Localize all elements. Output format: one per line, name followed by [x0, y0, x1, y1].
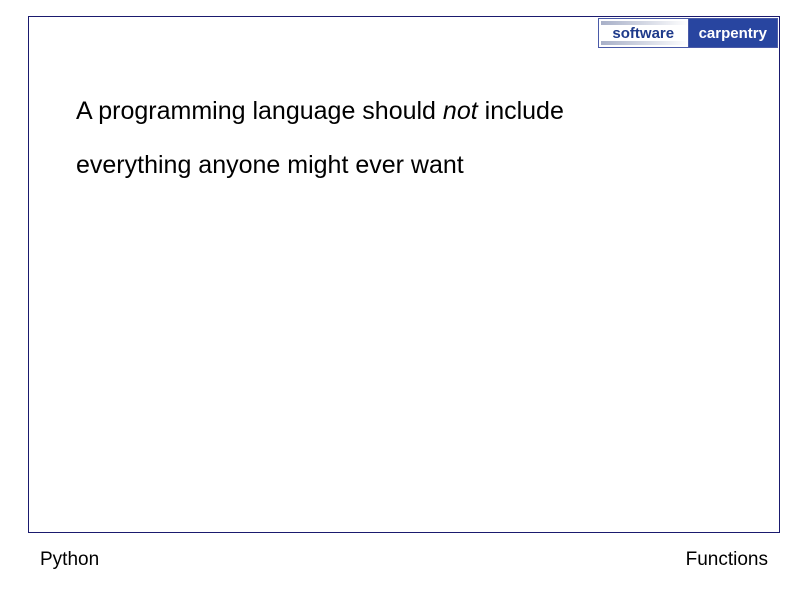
footer-right-label: Functions [686, 549, 768, 571]
logo-right-text: carpentry [689, 19, 778, 47]
text-part-2: include [478, 97, 564, 125]
footer-left-label: Python [40, 549, 99, 571]
software-carpentry-logo: software carpentry [598, 18, 778, 48]
text-emphasis: not [443, 97, 478, 125]
text-part-1: A programming language should [76, 97, 443, 125]
main-text-line2: everything anyone might ever want [76, 139, 754, 193]
logo-left-text: software [599, 19, 689, 47]
slide-content: A programming language should not includ… [76, 85, 754, 193]
main-text-line1: A programming language should not includ… [76, 85, 754, 139]
